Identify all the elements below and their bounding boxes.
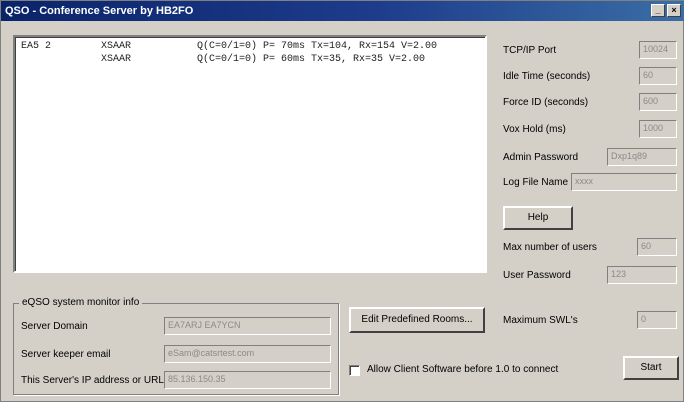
minimize-button[interactable]: _ xyxy=(651,4,665,17)
log-cell: Q(C=0/1=0) P= 60ms Tx=35, Rx=35 V=2.00 xyxy=(197,54,426,65)
server-domain-field[interactable]: EA7ARJ EA7YCN xyxy=(164,317,331,335)
force-id-field[interactable]: 600 xyxy=(639,93,677,111)
vox-hold-field[interactable]: 1000 xyxy=(639,120,677,138)
system-monitor-title: eQSO system monitor info xyxy=(19,297,143,308)
edit-predefined-rooms-button[interactable]: Edit Predefined Rooms... xyxy=(349,307,485,333)
connection-log[interactable]: EA5 2 XSAAR Q(C=0/1=0) P= 70ms Tx=104, Rx=… xyxy=(13,35,487,273)
admin-password-label: Admin Password xyxy=(503,152,579,163)
log-cell: XSAAR xyxy=(101,41,132,52)
server-email-label: Server keeper email xyxy=(21,349,111,360)
log-line: EA5 2 XSAAR Q(C=0/1=0) P= 70ms Tx=104, Rx=… xyxy=(21,41,479,54)
close-icon: × xyxy=(671,5,677,15)
log-cell: Q(C=0/1=0) P= 70ms Tx=104, Rx=154 V=2.00 xyxy=(197,41,438,52)
max-users-field[interactable]: 60 xyxy=(637,238,677,256)
log-cell: XSAAR xyxy=(101,54,132,65)
log-file-label: Log File Name xyxy=(503,177,569,188)
user-password-label: User Password xyxy=(503,270,571,281)
server-ip-field[interactable]: 85.136.150.35 xyxy=(164,371,331,389)
max-swls-field[interactable]: 0 xyxy=(637,311,677,329)
help-button[interactable]: Help xyxy=(503,206,573,230)
tcp-port-field[interactable]: 10024 xyxy=(639,41,677,59)
tcp-port-label: TCP/IP Port xyxy=(503,45,557,56)
max-swls-label: Maximum SWL's xyxy=(503,315,578,326)
allow-old-clients-label: Allow Client Software before 1.0 to conn… xyxy=(367,364,559,375)
max-users-label: Max number of users xyxy=(503,242,597,253)
idle-time-label: Idle Time (seconds) xyxy=(503,71,591,82)
start-button[interactable]: Start xyxy=(623,356,679,380)
admin-password-field[interactable]: Dxp1q89 xyxy=(607,148,677,166)
server-ip-label: This Server's IP address or URL xyxy=(21,375,164,386)
log-line: XSAAR Q(C=0/1=0) P= 60ms Tx=35, Rx=35 V=2… xyxy=(21,54,479,67)
title-bar: QSO - Conference Server by HB2FO _ × xyxy=(1,1,684,21)
idle-time-field[interactable]: 60 xyxy=(639,67,677,85)
user-password-field[interactable]: 123 xyxy=(607,266,677,284)
allow-old-clients-checkbox[interactable] xyxy=(349,365,360,376)
server-domain-label: Server Domain xyxy=(21,321,88,332)
log-cell: EA5 2 xyxy=(21,41,52,52)
force-id-label: Force ID (seconds) xyxy=(503,97,589,108)
minimize-icon: _ xyxy=(655,5,661,15)
window-title: QSO - Conference Server by HB2FO xyxy=(5,5,194,17)
app-window: QSO - Conference Server by HB2FO _ × EA5… xyxy=(0,0,684,402)
vox-hold-label: Vox Hold (ms) xyxy=(503,124,566,135)
close-button[interactable]: × xyxy=(667,4,681,17)
log-file-field[interactable]: xxxx xyxy=(571,173,677,191)
server-email-field[interactable]: eSam@catsrtest.com xyxy=(164,345,331,363)
